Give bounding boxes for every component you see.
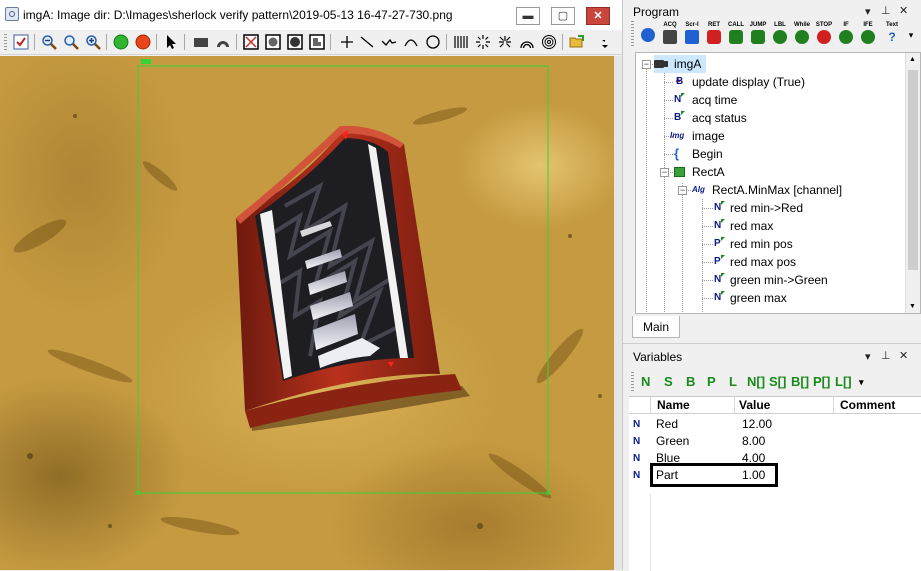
minimize-button[interactable]: ▬	[516, 7, 540, 25]
camera-image	[13, 59, 602, 536]
add-number-button[interactable]: N	[641, 374, 650, 389]
variable-name-green[interactable]: Green	[656, 433, 689, 450]
zoom-fit-icon[interactable]	[62, 33, 80, 51]
acq-tool-icon[interactable]: ACQ	[659, 22, 681, 48]
polyline-tool-icon[interactable]	[380, 33, 398, 51]
variables-toolbar: N S B P L N[] S[] B[] P[] L[] ▾	[631, 369, 921, 395]
pin-icon[interactable]: ⊥	[881, 349, 891, 362]
run-icon[interactable]	[112, 33, 130, 51]
variable-value-red[interactable]: 12.00	[742, 416, 772, 433]
sub-tool-icon[interactable]	[637, 22, 659, 48]
image-toolbar	[0, 30, 622, 55]
highlight-box	[650, 463, 778, 487]
close-button[interactable]: ✕	[586, 7, 610, 25]
rectangle-roi-icon[interactable]	[192, 33, 210, 51]
add-line-array-button[interactable]: L[]	[835, 374, 852, 389]
type-badge: N	[633, 436, 641, 447]
mask-fill-icon[interactable]	[286, 33, 304, 51]
verify-icon[interactable]	[12, 33, 30, 51]
value-column-header[interactable]: Value	[735, 397, 834, 413]
rect-tool-icon	[674, 167, 685, 177]
jump-tool-icon[interactable]: JUMP	[747, 22, 769, 48]
scroll-up-icon[interactable]: ▲	[909, 56, 916, 63]
image-window-icon	[5, 7, 19, 21]
pin-icon[interactable]: ⊥	[881, 4, 891, 17]
while-tool-icon[interactable]: While	[791, 22, 813, 48]
variables-panel-title: Variables	[633, 350, 683, 364]
program-tree: − imgA ▲ B update display (True) N acq ti…	[635, 52, 921, 314]
scroll-down-icon[interactable]: ▼	[909, 303, 916, 310]
add-bool-button[interactable]: B	[686, 374, 695, 389]
type-column-header	[629, 397, 651, 413]
point-tool-icon[interactable]	[338, 33, 356, 51]
right-panels: Program ▾ ⊥ ✕ ACQ Scr-I RET CALL JUMP LB…	[622, 0, 921, 571]
add-number-array-button[interactable]: N[]	[747, 374, 765, 389]
program-panel-title: Program	[633, 5, 680, 19]
add-point-button[interactable]: P	[707, 374, 716, 389]
scrollbar-thumb[interactable]	[908, 70, 918, 270]
program-close-icon[interactable]: ✕	[899, 4, 908, 17]
add-string-button[interactable]: S	[664, 374, 673, 389]
call-tool-icon[interactable]: CALL	[725, 22, 747, 48]
variable-name-red[interactable]: Red	[656, 416, 678, 433]
label-tool-icon[interactable]: LBL	[769, 22, 791, 48]
variables-close-icon[interactable]: ✕	[899, 349, 908, 362]
camera-icon	[654, 60, 664, 68]
tab-main[interactable]: Main	[632, 316, 680, 338]
pointer-icon[interactable]	[162, 33, 180, 51]
image-vertical-scrollbar[interactable]	[614, 56, 622, 570]
stop-tool-icon[interactable]: STOP	[813, 22, 835, 48]
zoom-in-icon[interactable]	[84, 33, 102, 51]
program-toolbar-overflow-icon[interactable]: ▾	[905, 22, 917, 48]
image-window-titlebar[interactable]: imgA: Image dir: D:\Images\sherlock veri…	[0, 0, 622, 31]
tree-collapse-icon[interactable]: −	[660, 168, 669, 177]
variable-value-green[interactable]: 8.00	[742, 433, 765, 450]
panel-menu-icon[interactable]: ▾	[865, 350, 871, 363]
line-tool-icon[interactable]	[358, 33, 376, 51]
type-badge: N	[633, 453, 641, 464]
text-tool-icon[interactable]: Text?	[881, 22, 903, 48]
comment-column-header[interactable]: Comment	[834, 397, 921, 413]
tree-collapse-icon[interactable]: −	[678, 186, 687, 195]
add-string-array-button[interactable]: S[]	[769, 374, 786, 389]
parallel-lines-icon[interactable]	[452, 33, 470, 51]
radial-lines-icon[interactable]	[496, 33, 514, 51]
circle-tool-icon[interactable]	[424, 33, 442, 51]
name-column-header[interactable]: Name	[651, 397, 735, 413]
tree-collapse-icon[interactable]: −	[642, 60, 651, 69]
add-bool-array-button[interactable]: B[]	[791, 374, 809, 389]
script-tool-icon[interactable]: Scr-I	[681, 22, 703, 48]
maximize-button[interactable]: ▢	[551, 7, 575, 25]
part-shape	[236, 125, 470, 431]
concentric-circles-icon[interactable]	[540, 33, 558, 51]
image-window-title: imgA: Image dir: D:\Images\sherlock veri…	[23, 8, 453, 22]
add-line-button[interactable]: L	[729, 374, 737, 389]
toolbar-grip[interactable]	[4, 34, 7, 50]
ife-tool-icon[interactable]: IFE	[857, 22, 879, 48]
type-badge: N	[633, 470, 641, 481]
type-badge: N	[633, 419, 641, 430]
panel-menu-icon[interactable]: ▾	[865, 5, 871, 18]
arc-tool-icon[interactable]	[402, 33, 420, 51]
program-toolbar: ACQ Scr-I RET CALL JUMP LBL While STOP I…	[631, 22, 921, 48]
arc-roi-icon[interactable]	[214, 33, 232, 51]
toolbar-overflow-icon[interactable]	[596, 33, 614, 51]
open-folder-icon[interactable]	[568, 33, 586, 51]
stop-icon[interactable]	[134, 33, 152, 51]
arc-lines-icon[interactable]	[518, 33, 536, 51]
if-tool-icon[interactable]: IF	[835, 22, 857, 48]
ret-tool-icon[interactable]: RET	[703, 22, 725, 48]
add-point-array-button[interactable]: P[]	[813, 374, 830, 389]
variables-toolbar-overflow-icon[interactable]: ▾	[859, 377, 864, 388]
image-window: imgA: Image dir: D:\Images\sherlock veri…	[0, 0, 622, 570]
variables-table: Name Value Comment N Red 12.00 N Green 8…	[629, 396, 921, 571]
mask-poly-icon[interactable]	[308, 33, 326, 51]
zoom-out-icon[interactable]	[40, 33, 58, 51]
image-canvas[interactable]	[0, 56, 614, 570]
spoke-icon[interactable]	[474, 33, 492, 51]
roi-handle-icon[interactable]	[141, 59, 151, 64]
mask-circle-icon[interactable]	[264, 33, 282, 51]
program-tree-scrollbar[interactable]: ▲ ▼	[905, 53, 920, 313]
mask-rect-icon[interactable]	[242, 33, 260, 51]
